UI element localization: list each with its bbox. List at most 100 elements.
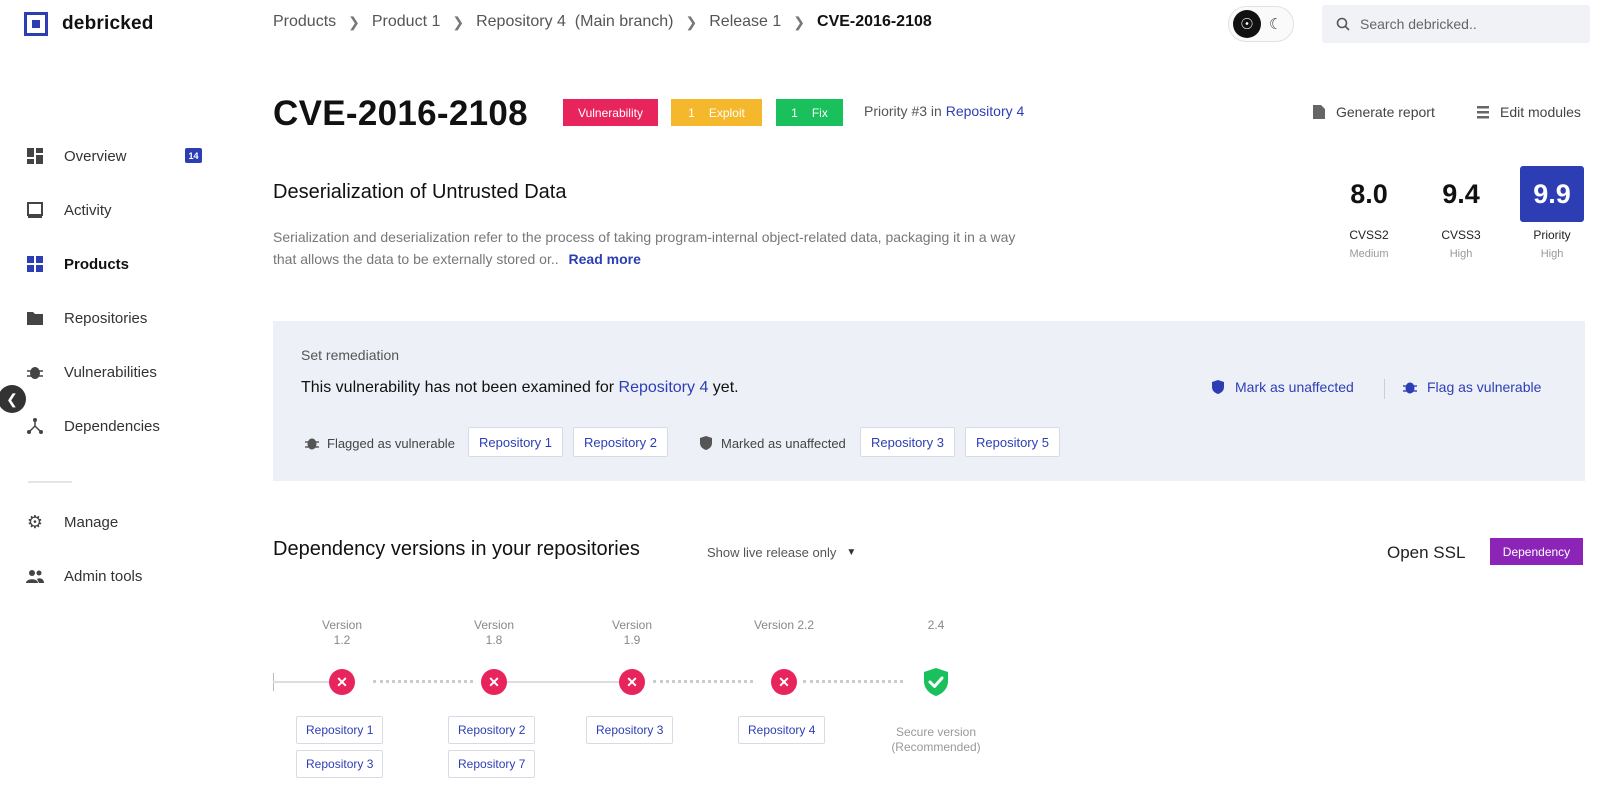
sidebar-item-label: Products bbox=[64, 255, 130, 273]
edit-modules-button[interactable]: Edit modules bbox=[1476, 104, 1581, 120]
read-more-link[interactable]: Read more bbox=[569, 251, 641, 267]
edit-modules-label: Edit modules bbox=[1500, 104, 1581, 120]
vulnerability-description: Serialization and deserialization refer … bbox=[273, 226, 1033, 270]
vulnerable-version-node[interactable]: ✕ bbox=[619, 669, 645, 695]
breadcrumb-current: CVE-2016-2108 bbox=[817, 13, 932, 30]
recommended-text: (Recommended) bbox=[891, 740, 981, 754]
version-number: 1.2 bbox=[333, 633, 351, 647]
sidebar-divider bbox=[28, 481, 72, 483]
sidebar-item-products[interactable]: Products bbox=[24, 251, 214, 277]
version-label-line: Version bbox=[321, 618, 363, 632]
breadcrumb-products[interactable]: Products bbox=[273, 13, 336, 31]
timeline-gap bbox=[373, 680, 473, 684]
bug-icon bbox=[24, 361, 46, 383]
sidebar-item-label: Vulnerabilities bbox=[64, 363, 157, 381]
action-divider bbox=[1384, 379, 1385, 399]
document-icon bbox=[1313, 105, 1325, 119]
close-icon: ✕ bbox=[336, 673, 348, 690]
sidebar-item-label: Manage bbox=[64, 513, 119, 531]
version-timeline: Version 1.2 ✕ Repository 1 Repository 3 … bbox=[273, 610, 981, 790]
caret-down-icon: ▼ bbox=[846, 547, 857, 558]
shield-check-icon[interactable] bbox=[922, 667, 950, 697]
score-label: CVSS3 bbox=[1441, 228, 1481, 242]
version-repo-chip[interactable]: Repository 3 bbox=[586, 716, 674, 744]
priority-rank: Priority #3 in Repository 4 bbox=[864, 103, 1024, 119]
close-icon: ✕ bbox=[778, 673, 790, 690]
version-repo-chip[interactable]: Repository 3 bbox=[296, 750, 384, 778]
sidebar-item-manage[interactable]: ⚙ Manage bbox=[24, 509, 214, 535]
overview-icon bbox=[24, 145, 46, 167]
version-label-line: Version 2.2 bbox=[753, 618, 815, 632]
version-repo-chip[interactable]: Repository 2 bbox=[448, 716, 536, 744]
exploit-tag: 1 Exploit bbox=[671, 99, 762, 126]
app-name: debricked bbox=[62, 13, 154, 34]
exploit-count: 1 bbox=[688, 105, 695, 120]
sidebar-item-repositories[interactable]: Repositories bbox=[24, 305, 214, 331]
generate-report-button[interactable]: Generate report bbox=[1312, 104, 1435, 120]
marked-repo-chip[interactable]: Repository 5 bbox=[965, 427, 1060, 457]
bug-icon bbox=[305, 438, 319, 450]
breadcrumb-product[interactable]: Product 1 bbox=[372, 13, 440, 31]
version-label: Version 2.2 bbox=[744, 618, 824, 633]
flagged-repo-chip[interactable]: Repository 1 bbox=[468, 427, 563, 457]
sidebar-item-dependencies[interactable]: Dependencies bbox=[24, 413, 214, 439]
sidebar-item-admin-tools[interactable]: Admin tools bbox=[24, 563, 214, 589]
flag-vulnerable-label: Flag as vulnerable bbox=[1427, 379, 1542, 395]
secure-version-label: Secure version (Recommended) bbox=[876, 725, 996, 755]
remediation-repository-link[interactable]: Repository 4 bbox=[619, 379, 709, 396]
breadcrumb-repository[interactable]: Repository 4 (Main branch) bbox=[476, 13, 673, 31]
overview-badge: 14 bbox=[185, 148, 202, 163]
search-input[interactable] bbox=[1360, 16, 1560, 32]
vulnerability-tag: Vulnerability bbox=[563, 99, 658, 126]
breadcrumb-release[interactable]: Release 1 bbox=[709, 13, 781, 31]
logo[interactable]: debricked bbox=[24, 12, 154, 36]
score-severity: Medium bbox=[1349, 248, 1389, 260]
shield-icon bbox=[1212, 380, 1224, 394]
score-value: 9.9 bbox=[1520, 166, 1584, 222]
sidebar-item-overview[interactable]: Overview 14 bbox=[24, 143, 214, 169]
vulnerable-version-node[interactable]: ✕ bbox=[481, 669, 507, 695]
generate-report-label: Generate report bbox=[1336, 104, 1435, 120]
remediation-message-suffix: yet. bbox=[712, 379, 739, 396]
vulnerable-version-node[interactable]: ✕ bbox=[771, 669, 797, 695]
score-label: Priority bbox=[1533, 228, 1571, 242]
search-box[interactable] bbox=[1322, 5, 1590, 43]
score-severity: High bbox=[1449, 248, 1473, 260]
version-number: 1.8 bbox=[485, 633, 503, 647]
dependency-section-title: Dependency versions in your repositories bbox=[273, 538, 640, 560]
flagged-repo-chip[interactable]: Repository 2 bbox=[573, 427, 668, 457]
priority-repository-link[interactable]: Repository 4 bbox=[946, 103, 1025, 119]
live-release-filter[interactable]: Show live release only ▼ bbox=[707, 545, 856, 560]
top-bar: debricked Products ❯ Product 1 ❯ Reposit… bbox=[0, 0, 1600, 48]
fix-tag: 1 Fix bbox=[776, 99, 843, 126]
sidebar-item-activity[interactable]: Activity bbox=[24, 197, 214, 223]
dependency-name: Open SSL bbox=[1387, 543, 1466, 562]
score-severity: High bbox=[1540, 248, 1564, 260]
flag-vulnerable-button[interactable]: Flag as vulnerable bbox=[1403, 379, 1541, 395]
remediation-panel: Set remediation This vulnerability has n… bbox=[273, 321, 1585, 481]
sidebar-collapse-button[interactable]: ❮ bbox=[0, 385, 26, 413]
live-release-filter-label: Show live release only bbox=[707, 545, 837, 560]
mark-unaffected-button[interactable]: Mark as unaffected bbox=[1211, 379, 1354, 395]
breadcrumb: Products ❯ Product 1 ❯ Repository 4 (Mai… bbox=[273, 13, 932, 31]
users-icon bbox=[24, 565, 46, 587]
marked-label: Marked as unaffected bbox=[721, 435, 846, 451]
version-repo-chip[interactable]: Repository 1 bbox=[296, 716, 384, 744]
version-repo-chip[interactable]: Repository 7 bbox=[448, 750, 536, 778]
close-icon: ✕ bbox=[626, 673, 638, 690]
close-icon: ✕ bbox=[488, 673, 500, 690]
vulnerable-version-node[interactable]: ✕ bbox=[329, 669, 355, 695]
gear-icon: ⚙ bbox=[26, 511, 44, 532]
page-title: CVE-2016-2108 bbox=[273, 94, 528, 133]
version-repo-chip[interactable]: Repository 4 bbox=[738, 716, 826, 744]
moon-icon: ☾ bbox=[1269, 16, 1283, 33]
sun-icon: ☉ bbox=[1233, 10, 1261, 38]
marked-repo-chip[interactable]: Repository 3 bbox=[860, 427, 955, 457]
bug-icon bbox=[1403, 382, 1417, 394]
theme-toggle[interactable]: ☉ ☾ bbox=[1228, 6, 1294, 42]
cvss3-score: 9.4 CVSS3 High bbox=[1416, 166, 1506, 261]
sidebar-item-vulnerabilities[interactable]: Vulnerabilities bbox=[24, 359, 214, 385]
sidebar-item-label: Admin tools bbox=[64, 567, 143, 585]
activity-icon bbox=[24, 199, 46, 221]
chevron-right-icon: ❯ bbox=[452, 13, 465, 30]
